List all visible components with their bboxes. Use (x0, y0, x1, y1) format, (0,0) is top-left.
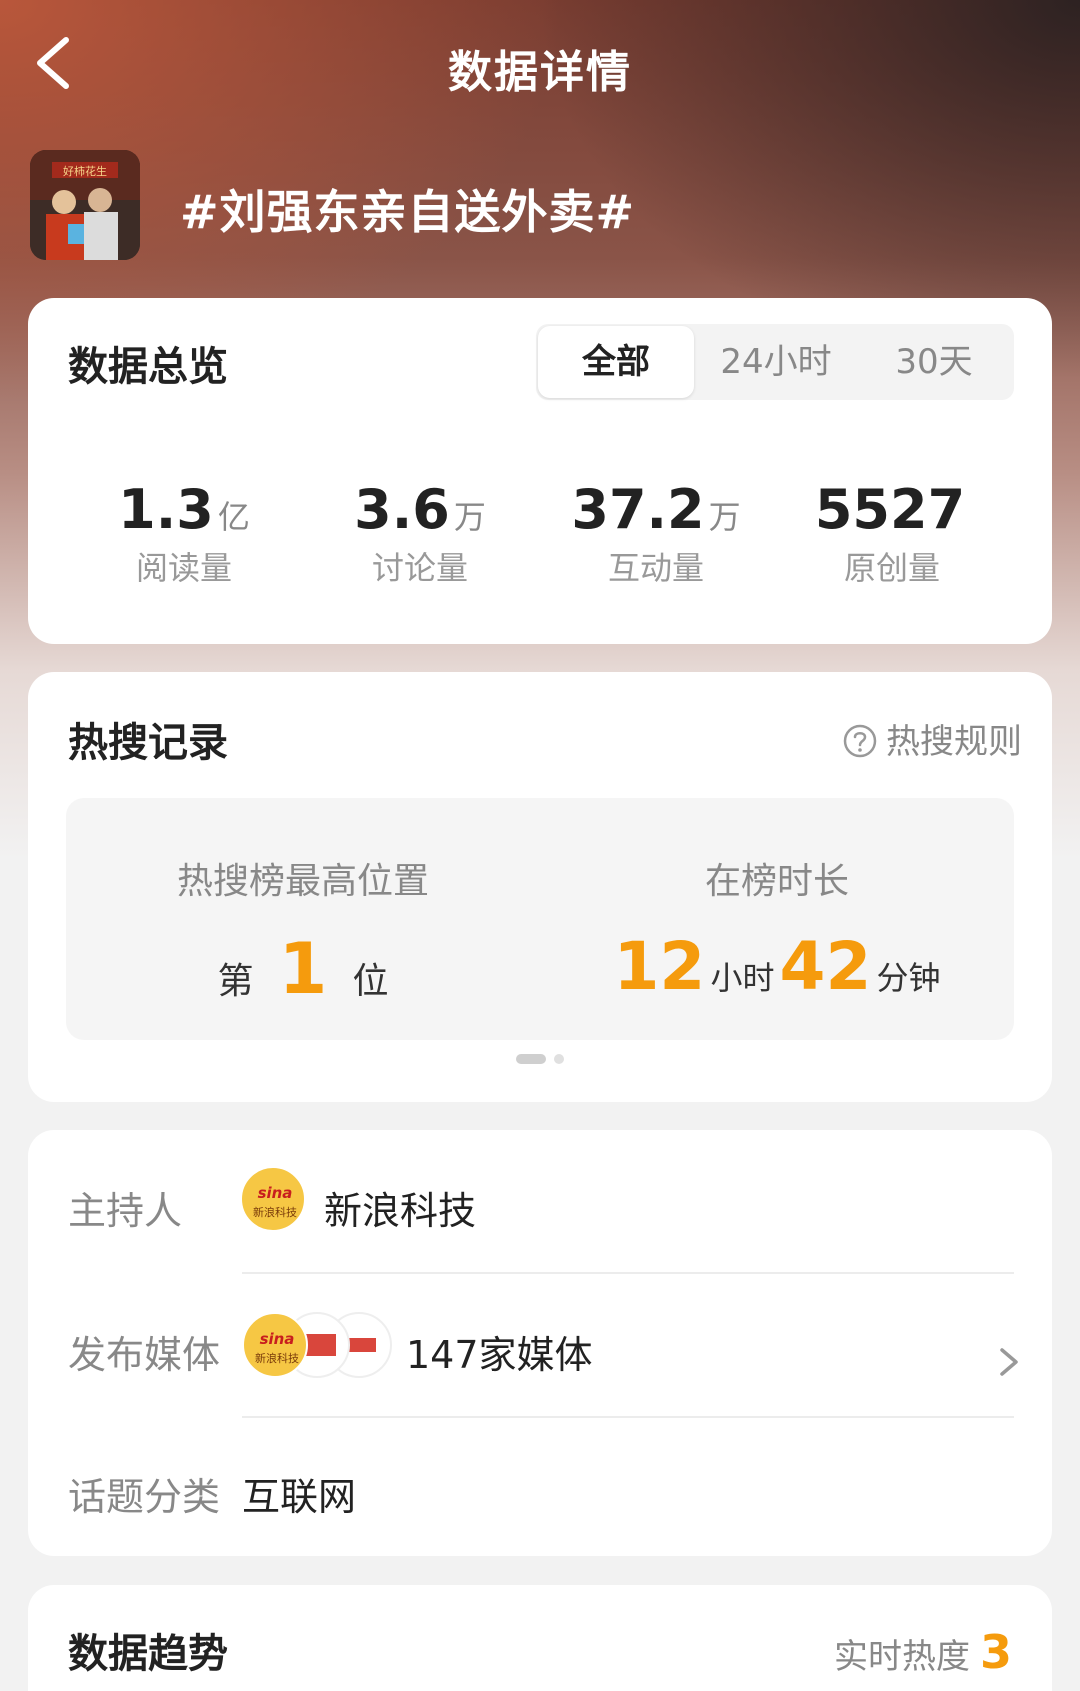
peak-rank: 1 (278, 928, 328, 1010)
media-logo-1: sina 新浪科技 (242, 1312, 308, 1378)
divider (242, 1416, 1014, 1418)
overview-card: 数据总览 全部 24小时 30天 1.3 亿 阅读量 3.6 万 讨论量 37.2 万… (28, 298, 1052, 644)
hot-search-card: 热搜记录 热搜规则 热搜榜最高位置 第 1 位 在榜时长 12 小时 42 分钟 (28, 672, 1052, 1102)
duration-minutes: 42 (779, 928, 872, 1005)
host-value[interactable]: 新浪科技 (324, 1180, 476, 1235)
svg-text:好柿花生: 好柿花生 (63, 164, 107, 178)
peak-suffix: 位 (352, 961, 389, 1002)
sina-tech-logo: sina 新浪科技 (240, 1166, 306, 1232)
media-label: 发布媒体 (68, 1333, 221, 1377)
stat-value: 5527 (814, 478, 966, 541)
stat-reads: 1.3 亿 阅读量 (64, 478, 304, 589)
stat-discussions: 3.6 万 讨论量 (300, 478, 540, 589)
duration-hours: 12 (613, 928, 706, 1005)
topic-info-card: 主持人 sina 新浪科技 新浪科技 发布媒体 sina 新浪科技 147家媒体… (28, 1130, 1052, 1556)
trend-card: 数据趋势 实时热度 3 (28, 1585, 1052, 1691)
hot-search-heading: 热搜记录 (68, 720, 228, 766)
hot-search-rules-link[interactable]: 热搜规则 (842, 714, 1022, 763)
stat-unit: 万 (453, 498, 486, 536)
stat-unit: 万 (708, 498, 741, 536)
duration-label: 在榜时长 (704, 861, 849, 902)
category-label: 话题分类 (68, 1475, 221, 1519)
topic-title: #刘强东亲自送外卖# (180, 185, 636, 239)
duration-hours-unit: 小时 (710, 959, 775, 997)
stat-label: 互动量 (607, 549, 704, 587)
time-on-list: 在榜时长 12 小时 42 分钟 (540, 798, 1014, 1005)
page-title: 数据详情 (448, 47, 632, 98)
stat-value: 37.2 (571, 478, 705, 541)
top-bar: 数据详情 (0, 0, 1080, 130)
pager-dot (554, 1054, 564, 1064)
hot-search-stats: 热搜榜最高位置 第 1 位 在榜时长 12 小时 42 分钟 (66, 798, 1014, 1040)
pager-dot-active (516, 1054, 546, 1064)
help-icon (843, 724, 877, 758)
stat-interactions: 37.2 万 互动量 (536, 478, 776, 589)
stat-label: 阅读量 (135, 549, 232, 587)
tab-24h[interactable]: 24小时 (696, 324, 856, 400)
tab-30d[interactable]: 30天 (856, 324, 1012, 400)
stat-unit: 亿 (217, 498, 250, 536)
svg-text:sina: sina (260, 1330, 295, 1348)
svg-text:sina: sina (258, 1184, 293, 1202)
peak-position: 热搜榜最高位置 第 1 位 (66, 798, 540, 1010)
svg-text:新浪科技: 新浪科技 (255, 1351, 299, 1365)
realtime-heat: 实时热度 3 (834, 1625, 1012, 1679)
peak-label: 热搜榜最高位置 (176, 861, 429, 902)
hot-search-rules-label: 热搜规则 (886, 722, 1022, 762)
stat-value: 3.6 (354, 478, 450, 541)
duration-minutes-unit: 分钟 (876, 959, 941, 997)
peak-prefix: 第 (217, 961, 254, 1002)
divider (242, 1272, 1014, 1274)
stat-originals: 5527 原创量 (772, 478, 1012, 589)
heat-value: 3 (979, 1625, 1012, 1679)
stat-value: 1.3 (118, 478, 214, 541)
media-count[interactable]: 147家媒体 (406, 1324, 593, 1379)
overview-heading: 数据总览 (68, 344, 228, 390)
svg-text:新浪科技: 新浪科技 (253, 1205, 297, 1219)
heat-label: 实时热度 (833, 1637, 970, 1677)
tab-all[interactable]: 全部 (538, 326, 694, 398)
time-range-tabs: 全部 24小时 30天 (536, 324, 1014, 400)
chevron-right-icon[interactable] (988, 1342, 1028, 1382)
topic-thumbnail: 好柿花生 (30, 150, 140, 260)
stat-label: 讨论量 (371, 549, 468, 587)
category-value: 互联网 (242, 1475, 357, 1519)
trend-heading: 数据趋势 (68, 1631, 228, 1677)
host-label: 主持人 (68, 1189, 183, 1233)
stat-label: 原创量 (843, 549, 940, 587)
